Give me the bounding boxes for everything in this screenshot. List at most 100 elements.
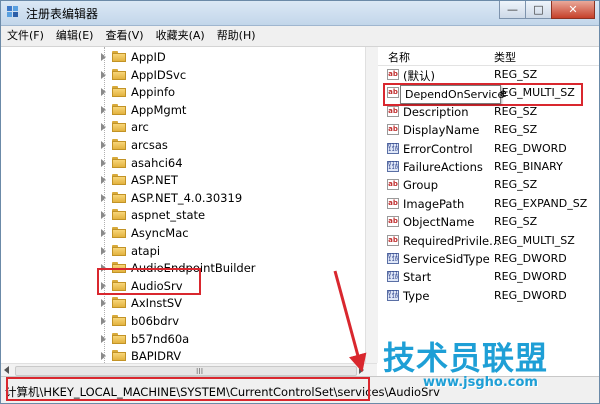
value-row[interactable]: ab Group REG_SZ (378, 176, 599, 194)
value-type: REG_MULTI_SZ (494, 233, 575, 247)
tree-item[interactable]: ASP.NET (1, 171, 361, 189)
value-type: REG_SZ (494, 215, 538, 229)
regedit-app-icon (7, 6, 18, 17)
tree-item[interactable]: BAPIDRV (1, 347, 361, 363)
tree-item[interactable]: ASP.NET_4.0.30319 (1, 189, 361, 207)
string-value-icon: ab (387, 216, 399, 228)
tree-guide-line (104, 47, 105, 363)
tree-item-label: AppMgmt (131, 102, 187, 117)
tree-item-label: BAPIDRV (131, 349, 182, 363)
folder-icon (112, 244, 126, 256)
tree-vertical-scrollbar[interactable] (365, 47, 378, 363)
menu-bar: 文件(F) 编辑(E) 查看(V) 收藏夹(A) 帮助(H) (1, 26, 599, 47)
value-row[interactable]: ab ImagePath REG_EXPAND_SZ (378, 195, 599, 213)
value-row[interactable]: 011 110 ErrorControl REG_DWORD (378, 140, 599, 158)
folder-icon (112, 86, 126, 98)
folder-icon (112, 315, 126, 326)
tree-item[interactable]: asahci64 (1, 154, 361, 172)
tree-item[interactable]: AsyncMac (1, 224, 361, 242)
minimize-button[interactable]: — (499, 1, 525, 19)
tree-item[interactable]: AppID (1, 48, 361, 66)
folder-icon (112, 51, 126, 62)
title-bar[interactable]: 注册表编辑器 — □ ✕ (1, 1, 599, 26)
folder-icon (112, 209, 126, 221)
menu-favorites[interactable]: 收藏夹(A) (150, 26, 211, 46)
tree-item[interactable]: arc (1, 118, 361, 136)
string-value-icon: ab (387, 105, 399, 117)
tree-item-label: AsyncMac (131, 226, 189, 240)
value-row[interactable]: ab RequiredPrivile... REG_MULTI_SZ (378, 232, 599, 250)
column-name[interactable]: 名称 (388, 49, 410, 65)
tree-item-label: Appinfo (131, 85, 176, 100)
tree-horizontal-scrollbar[interactable]: III (1, 363, 377, 376)
tree-item[interactable]: arcsas (1, 136, 361, 154)
tree-item[interactable]: AppIDSvc (1, 66, 361, 84)
binary-value-icon: 011 110 (387, 161, 399, 172)
value-row[interactable]: 011 110 Start REG_DWORD (378, 268, 599, 286)
folder-icon (112, 227, 126, 238)
binary-value-icon: 011 110 (387, 271, 399, 283)
value-type: REG_DWORD (494, 288, 567, 302)
column-type[interactable]: 类型 (494, 49, 516, 65)
tree-item[interactable]: AppMgmt (1, 101, 361, 119)
scroll-right-icon[interactable] (359, 366, 364, 374)
value-row[interactable]: ab DisplayName REG_SZ (378, 121, 599, 139)
folder-icon (112, 297, 126, 309)
watermark-logo: 技术员联盟 www.jsgho.com (371, 331, 599, 403)
folder-icon (112, 139, 126, 150)
string-value-icon: ab (387, 197, 399, 209)
value-name: (默认) (403, 69, 435, 83)
tree-item[interactable]: atapi (1, 242, 361, 260)
regedit-window: 注册表编辑器 — □ ✕ 文件(F) 编辑(E) 查看(V) 收藏夹(A) 帮助… (0, 0, 600, 404)
menu-view[interactable]: 查看(V) (99, 26, 149, 46)
tree-item[interactable]: Appinfo (1, 83, 361, 101)
value-name: ErrorControl (403, 141, 473, 156)
tree-item[interactable]: AxInstSV (1, 294, 361, 312)
tree-item-label: b06bdrv (131, 314, 180, 328)
menu-edit[interactable]: 编辑(E) (50, 26, 100, 46)
folder-icon (112, 68, 126, 80)
maximize-button[interactable]: □ (525, 1, 551, 19)
value-name: Description (403, 104, 469, 119)
value-name: Type (403, 288, 430, 303)
binary-value-icon: 011 110 (387, 142, 399, 154)
value-row[interactable]: ab (默认) REG_SZ (378, 66, 599, 84)
folder-icon (112, 103, 126, 115)
value-type: REG_BINARY (494, 160, 563, 173)
value-name: ObjectName (403, 215, 475, 230)
value-name: ServiceSidType (403, 252, 490, 266)
value-name: RequiredPrivile... (403, 233, 501, 248)
window-controls: — □ ✕ (499, 1, 595, 20)
value-row[interactable]: 011 110 Type REG_DWORD (378, 287, 599, 305)
tree-item[interactable]: aspnet_state (1, 206, 361, 224)
tree-item[interactable]: b57nd60a (1, 330, 361, 348)
folder-icon (112, 174, 126, 186)
value-row[interactable]: 011 110 FailureActions REG_BINARY (378, 158, 599, 176)
close-button[interactable]: ✕ (551, 1, 595, 19)
value-name: FailureActions (403, 160, 483, 174)
value-type: REG_DWORD (494, 270, 567, 284)
highlight-status-path (6, 377, 370, 401)
tree-item[interactable]: b06bdrv (1, 312, 361, 330)
value-type: REG_SZ (494, 123, 538, 137)
tree-item-label: AxInstSV (131, 296, 183, 311)
key-tree-pane[interactable]: AppID AppIDSvc Appinfo AppMgmt arc arcsas asah… (1, 47, 378, 363)
value-name: DisplayName (403, 123, 480, 138)
value-name: ImagePath (403, 196, 465, 211)
folder-icon (112, 350, 126, 362)
tree-item-label: atapi (131, 243, 161, 258)
watermark-url: www.jsgho.com (423, 375, 538, 390)
menu-file[interactable]: 文件(F) (1, 26, 50, 46)
scroll-thumb[interactable]: III (15, 366, 357, 376)
binary-value-icon: 011 110 (387, 289, 399, 301)
value-type: REG_SZ (494, 178, 538, 192)
value-row[interactable]: ab ObjectName REG_SZ (378, 213, 599, 231)
value-name: Start (403, 270, 432, 285)
tree-item-label: ASP.NET_4.0.30319 (131, 190, 243, 205)
menu-help[interactable]: 帮助(H) (211, 26, 262, 46)
value-row[interactable]: 011 110 ServiceSidType REG_DWORD (378, 250, 599, 268)
tree-item-label: arc (131, 120, 149, 135)
scroll-left-icon[interactable] (4, 366, 9, 374)
value-name: Group (403, 178, 439, 193)
value-tooltip: DependOnService (400, 85, 504, 104)
